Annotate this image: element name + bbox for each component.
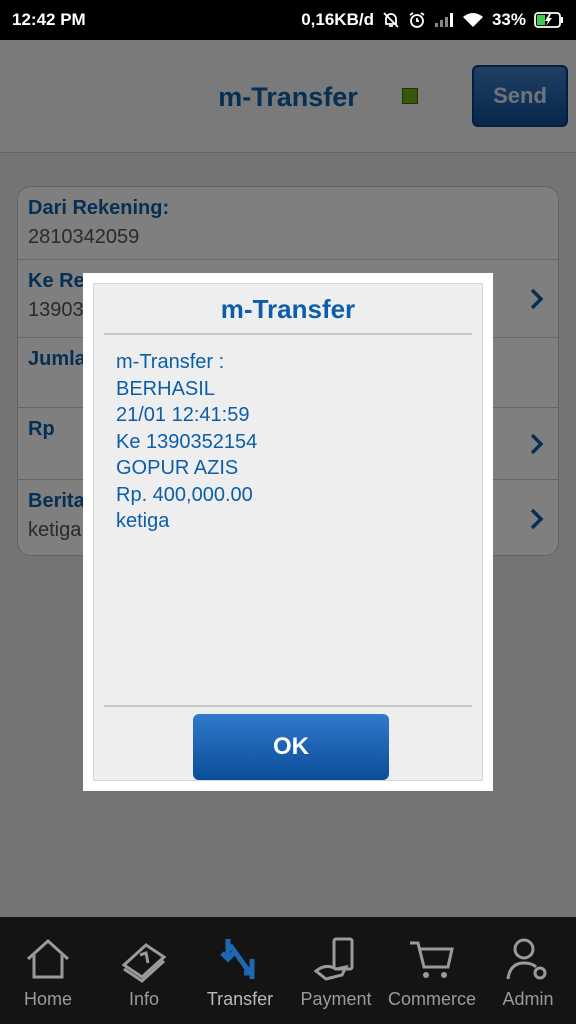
- nav-item-home[interactable]: Home: [0, 917, 96, 1024]
- nav-item-admin[interactable]: Admin: [480, 917, 576, 1024]
- info-icon: [121, 943, 167, 983]
- nav-label-payment: Payment: [300, 989, 372, 1009]
- message-line: BERHASIL: [116, 377, 215, 400]
- nav-item-payment[interactable]: Payment: [288, 917, 384, 1024]
- nav-label-home: Home: [23, 989, 72, 1009]
- nav-item-transfer[interactable]: Transfer: [192, 917, 288, 1024]
- payment-icon: [313, 937, 354, 981]
- home-icon: [26, 938, 70, 979]
- wifi-icon: [462, 12, 484, 28]
- divider: [104, 333, 472, 335]
- divider: [104, 705, 472, 707]
- alarm-icon: [408, 11, 426, 29]
- mute-icon: [382, 11, 400, 29]
- status-time: 12:42 PM: [12, 10, 86, 29]
- message-line: m-Transfer :: [116, 351, 225, 373]
- message-line: Ke 1390352154: [116, 430, 258, 453]
- nav-label-commerce: Commerce: [387, 989, 476, 1009]
- transfer-icon: [220, 939, 255, 979]
- ok-button[interactable]: OK: [193, 714, 389, 780]
- result-dialog: m-Transfer m-Transfer : BERHASIL 21/01 1…: [83, 273, 493, 791]
- dialog-message: m-Transfer : BERHASIL 21/01 12:41:59 Ke …: [116, 349, 257, 535]
- signal-icon: [434, 12, 454, 28]
- status-bar: 12:42 PM 0,16KB/d 33%: [0, 0, 576, 40]
- battery-level: 33%: [491, 10, 526, 29]
- message-line: ketiga: [116, 510, 170, 532]
- bottom-navigation: Home Info Transfer Payment Commerce Admi…: [0, 917, 576, 1024]
- dialog-title: m-Transfer: [220, 294, 356, 324]
- message-line: 21/01 12:41:59: [116, 404, 250, 426]
- nav-item-info[interactable]: Info: [96, 917, 192, 1024]
- message-line: Rp. 400,000.00: [116, 483, 253, 506]
- network-speed: 0,16KB/d: [301, 10, 374, 29]
- nav-label-admin: Admin: [502, 989, 554, 1009]
- cart-icon: [410, 941, 454, 978]
- nav-label-info: Info: [128, 989, 160, 1009]
- nav-item-commerce[interactable]: Commerce: [384, 917, 480, 1024]
- battery-charging-icon: [534, 12, 564, 28]
- nav-label-transfer: Transfer: [206, 989, 274, 1009]
- admin-icon: [506, 938, 547, 980]
- message-line: GOPUR AZIS: [116, 457, 239, 479]
